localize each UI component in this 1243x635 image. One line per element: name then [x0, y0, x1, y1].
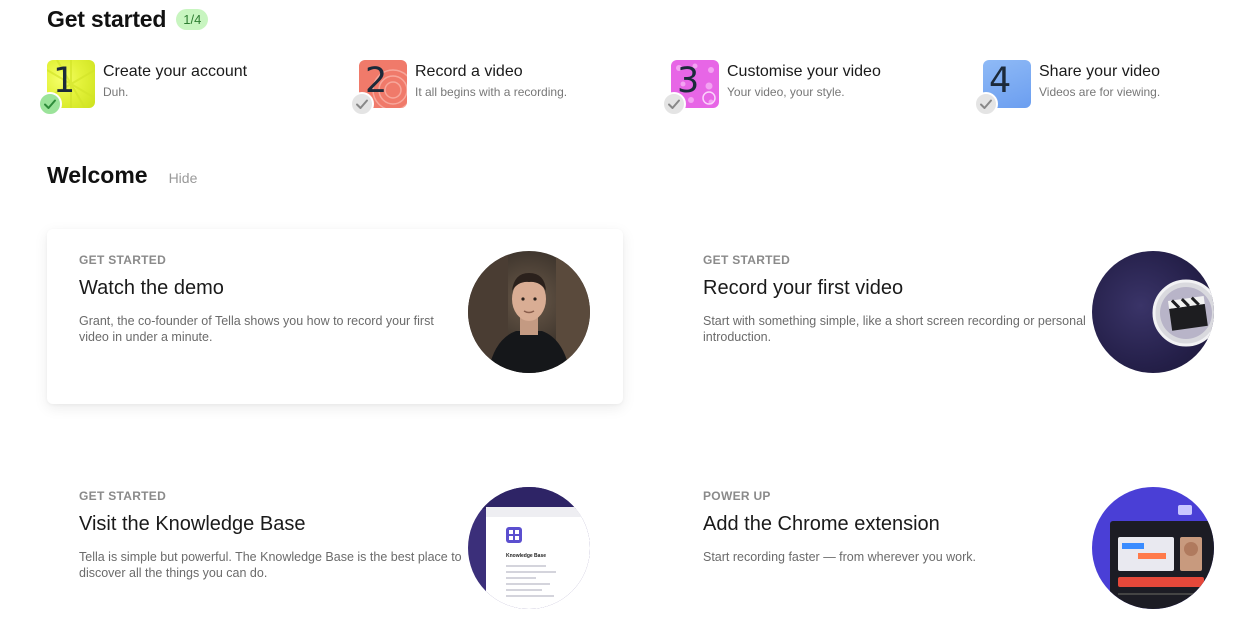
get-started-title: Get started — [47, 6, 167, 32]
hide-link[interactable]: Hide — [169, 170, 198, 186]
step-customise-video[interactable]: 3 Customise your video Your video, your … — [662, 60, 881, 116]
step-2-tile: 2 — [350, 60, 407, 116]
step-title: Share your video — [1039, 63, 1160, 80]
card-title: Watch the demo — [79, 277, 224, 299]
progress-badge: 1/4 — [176, 9, 209, 30]
onboarding-steps: 1 Create your account Duh. 2 Record a vi… — [38, 60, 1237, 120]
step-title: Record a video — [415, 63, 523, 80]
check-icon — [38, 92, 62, 116]
card-description: Start recording faster — from wherever y… — [703, 550, 977, 564]
step-subtitle: It all begins with a recording. — [415, 85, 568, 99]
step-subtitle: Your video, your style. — [727, 85, 845, 99]
step-3-tile: 3 — [662, 60, 719, 116]
card-title: Add the Chrome extension — [703, 513, 940, 535]
chrome-extension-preview — [1092, 487, 1214, 609]
check-icon — [350, 92, 374, 116]
card-watch-demo[interactable]: GET STARTED Watch the demo Grant, the co… — [47, 229, 623, 404]
founder-portrait — [468, 251, 590, 373]
card-knowledge-base[interactable]: GET STARTED Visit the Knowledge Base Tel… — [47, 465, 623, 635]
preview-heading: Knowledge Base — [506, 553, 546, 559]
knowledge-base-preview: Knowledge Base — [468, 487, 590, 609]
card-description: Start with something simple, like a shor… — [703, 314, 1086, 344]
check-icon — [974, 92, 998, 116]
step-1-tile: 1 — [38, 60, 95, 116]
card-description: Tella is simple but powerful. The Knowle… — [79, 550, 462, 580]
welcome-title: Welcome — [47, 162, 148, 188]
step-text: Customise your video Your video, your st… — [727, 63, 881, 99]
card-kicker: GET STARTED — [79, 489, 167, 503]
card-kicker: POWER UP — [703, 489, 771, 503]
step-subtitle: Duh. — [103, 85, 129, 99]
card-chrome-extension[interactable]: POWER UP Add the Chrome extension Start … — [671, 465, 1243, 635]
step-4-tile: 4 — [974, 60, 1031, 116]
step-title: Customise your video — [727, 63, 881, 80]
step-title: Create your account — [103, 63, 248, 80]
clapperboard-disc-icon — [1092, 251, 1214, 373]
step-text: Share your video Videos are for viewing. — [1039, 63, 1160, 99]
step-share-video[interactable]: 4 Share your video Videos are for viewin… — [974, 60, 1160, 116]
step-create-account[interactable]: 1 Create your account Duh. — [38, 60, 247, 116]
get-started-header: Get started 1/4 — [47, 6, 209, 33]
welcome-header: Welcome Hide — [47, 162, 197, 189]
step-record-video[interactable]: 2 Record a video It all begins with a re… — [350, 60, 567, 116]
step-text: Record a video It all begins with a reco… — [415, 63, 567, 99]
step-subtitle: Videos are for viewing. — [1039, 85, 1161, 99]
card-title: Record your first video — [703, 277, 904, 299]
step-text: Create your account Duh. — [103, 63, 247, 99]
check-icon — [662, 92, 686, 116]
card-description: Grant, the co-founder of Tella shows you… — [79, 314, 434, 344]
card-record-first-video[interactable]: GET STARTED Record your first video Star… — [671, 229, 1243, 404]
card-title: Visit the Knowledge Base — [79, 513, 306, 535]
card-kicker: GET STARTED — [79, 253, 167, 267]
card-kicker: GET STARTED — [703, 253, 791, 267]
